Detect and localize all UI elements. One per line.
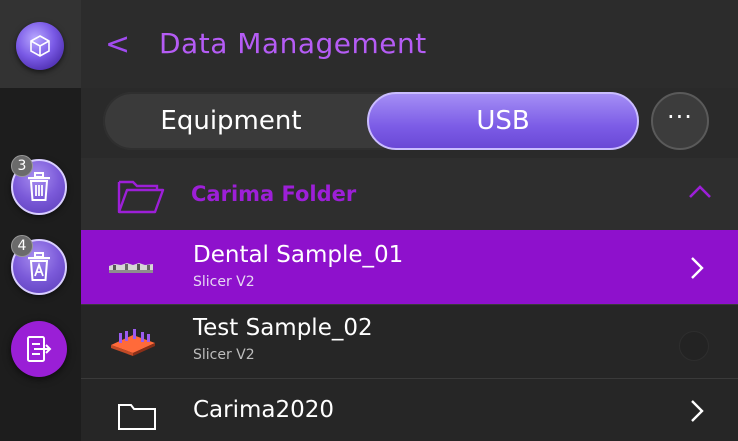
trash-a-icon <box>28 252 50 281</box>
folder-group-label: Carima Folder <box>191 182 357 206</box>
list-item[interactable]: Test Sample_02 Slicer V2 <box>81 304 738 378</box>
home-button[interactable] <box>16 22 64 70</box>
chevron-up-icon[interactable] <box>687 182 713 202</box>
folder-group-header[interactable]: Carima Folder <box>81 158 738 230</box>
selection-indicator[interactable] <box>679 331 709 361</box>
export-icon <box>27 336 52 362</box>
tab-usb[interactable]: USB <box>367 92 639 150</box>
test-model-thumbnail <box>111 329 155 356</box>
page-title: Data Management <box>159 27 427 60</box>
delete-all-button[interactable]: 4 <box>11 235 67 295</box>
source-toolbar: Equipment USB ··· <box>81 88 738 158</box>
more-options-button[interactable]: ··· <box>651 92 709 150</box>
header: < Data Management <box>81 0 738 88</box>
file-list: Carima Folder Dental Sample_01 Slicer V2 <box>81 158 738 441</box>
dental-model-thumbnail <box>109 263 153 273</box>
delete-button[interactable]: 3 <box>11 155 67 215</box>
source-segmented-control: Equipment USB <box>103 92 639 150</box>
list-item[interactable]: Dental Sample_01 Slicer V2 <box>81 230 738 304</box>
cube-icon <box>30 35 50 57</box>
item-subtitle: Slicer V2 <box>193 274 255 290</box>
chevron-right-icon[interactable] <box>687 398 707 424</box>
folder-open-icon <box>117 180 165 214</box>
tab-equipment[interactable]: Equipment <box>103 92 359 150</box>
item-subtitle: Slicer V2 <box>193 347 255 363</box>
logo-area <box>0 0 81 88</box>
item-title: Dental Sample_01 <box>193 242 404 268</box>
sidebar: 3 4 <box>0 0 81 441</box>
export-button[interactable] <box>11 321 67 377</box>
folder-icon <box>118 404 156 430</box>
trash-icon <box>28 172 50 201</box>
chevron-right-icon[interactable] <box>687 255 707 281</box>
item-title: Test Sample_02 <box>193 315 373 341</box>
folder-row[interactable]: Carima2020 <box>81 378 738 441</box>
back-button[interactable]: < <box>105 28 130 62</box>
app-window: 3 4 < Data Management Equipment USB ··· … <box>0 0 738 441</box>
folder-label: Carima2020 <box>193 397 335 423</box>
